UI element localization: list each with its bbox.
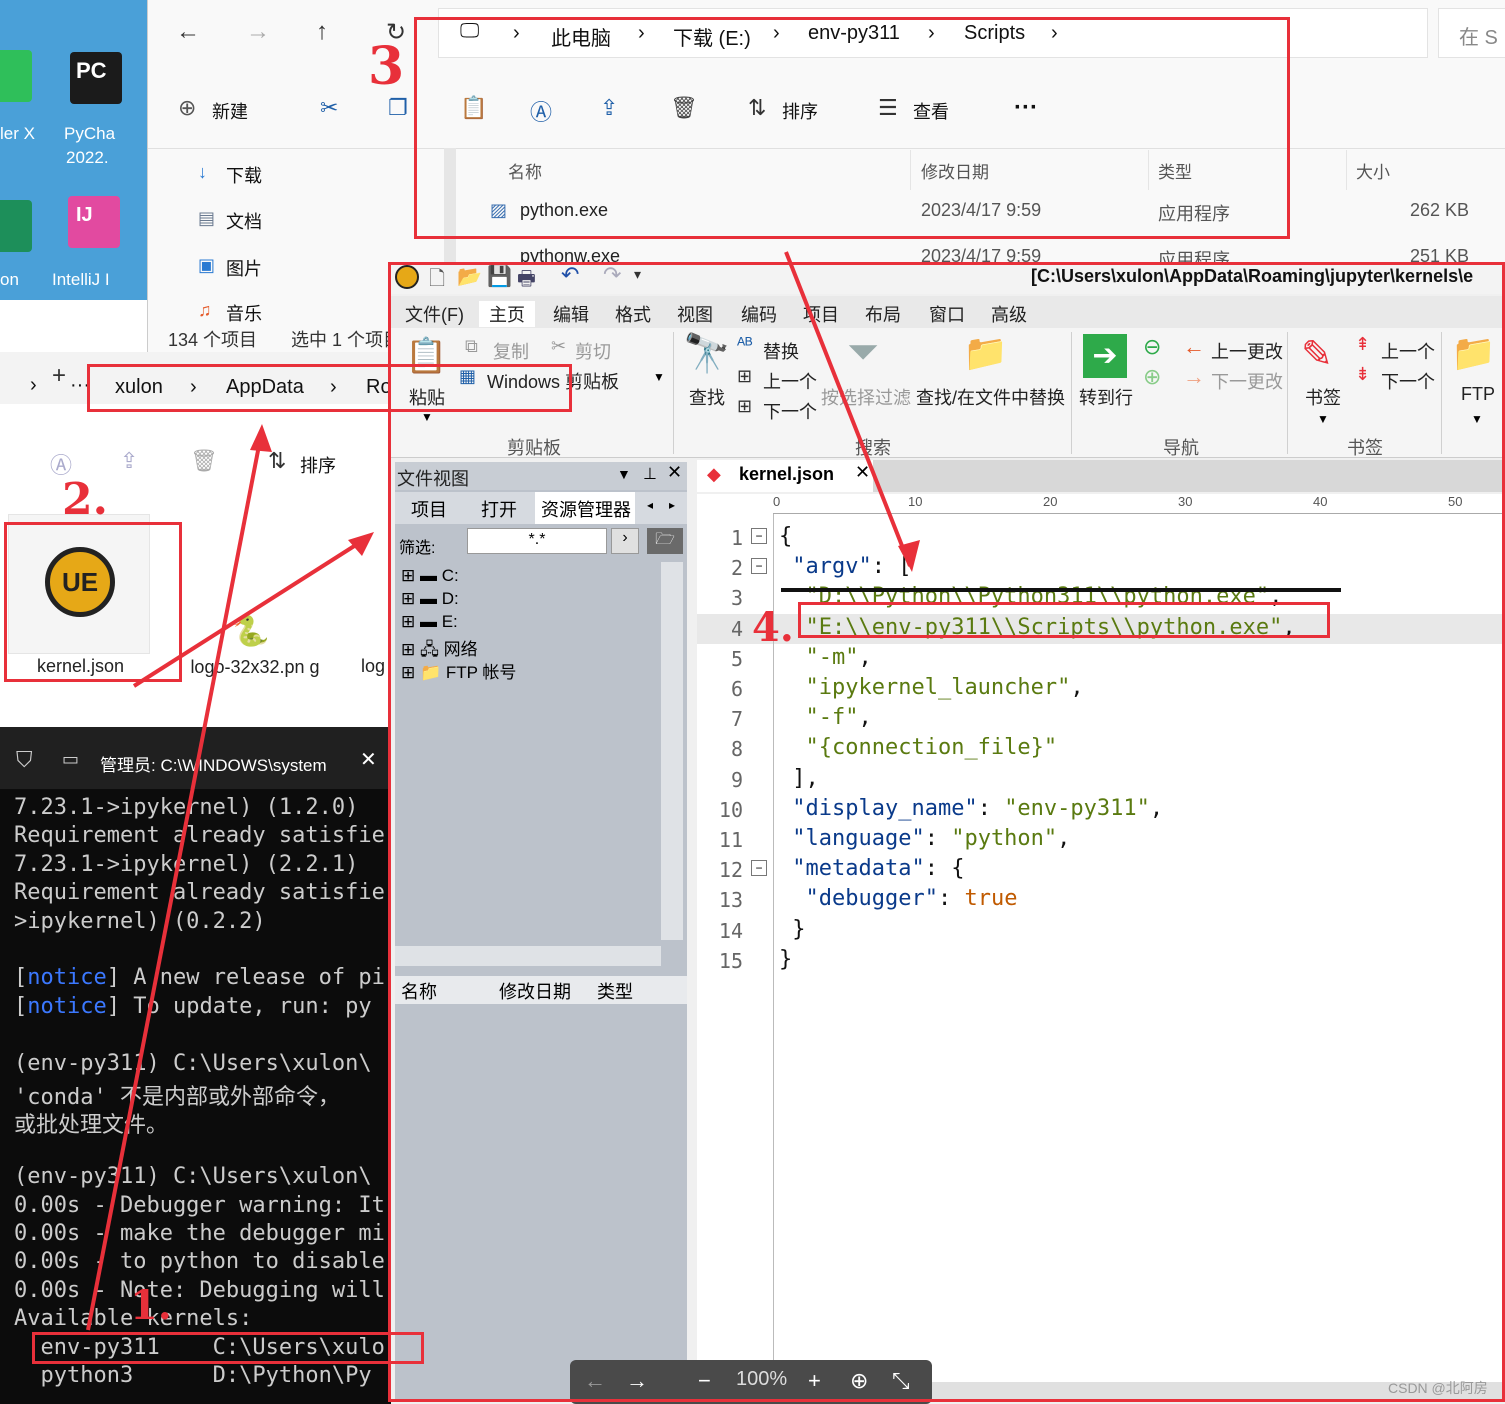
annotation-arrows xyxy=(86,251,920,1331)
arrow-head xyxy=(250,424,272,452)
arrow-1-to-2 xyxy=(86,429,264,1331)
arrow-head xyxy=(348,532,374,556)
arrow-3-to-4 xyxy=(784,251,912,567)
arrow-2-to-ue xyxy=(132,534,372,688)
